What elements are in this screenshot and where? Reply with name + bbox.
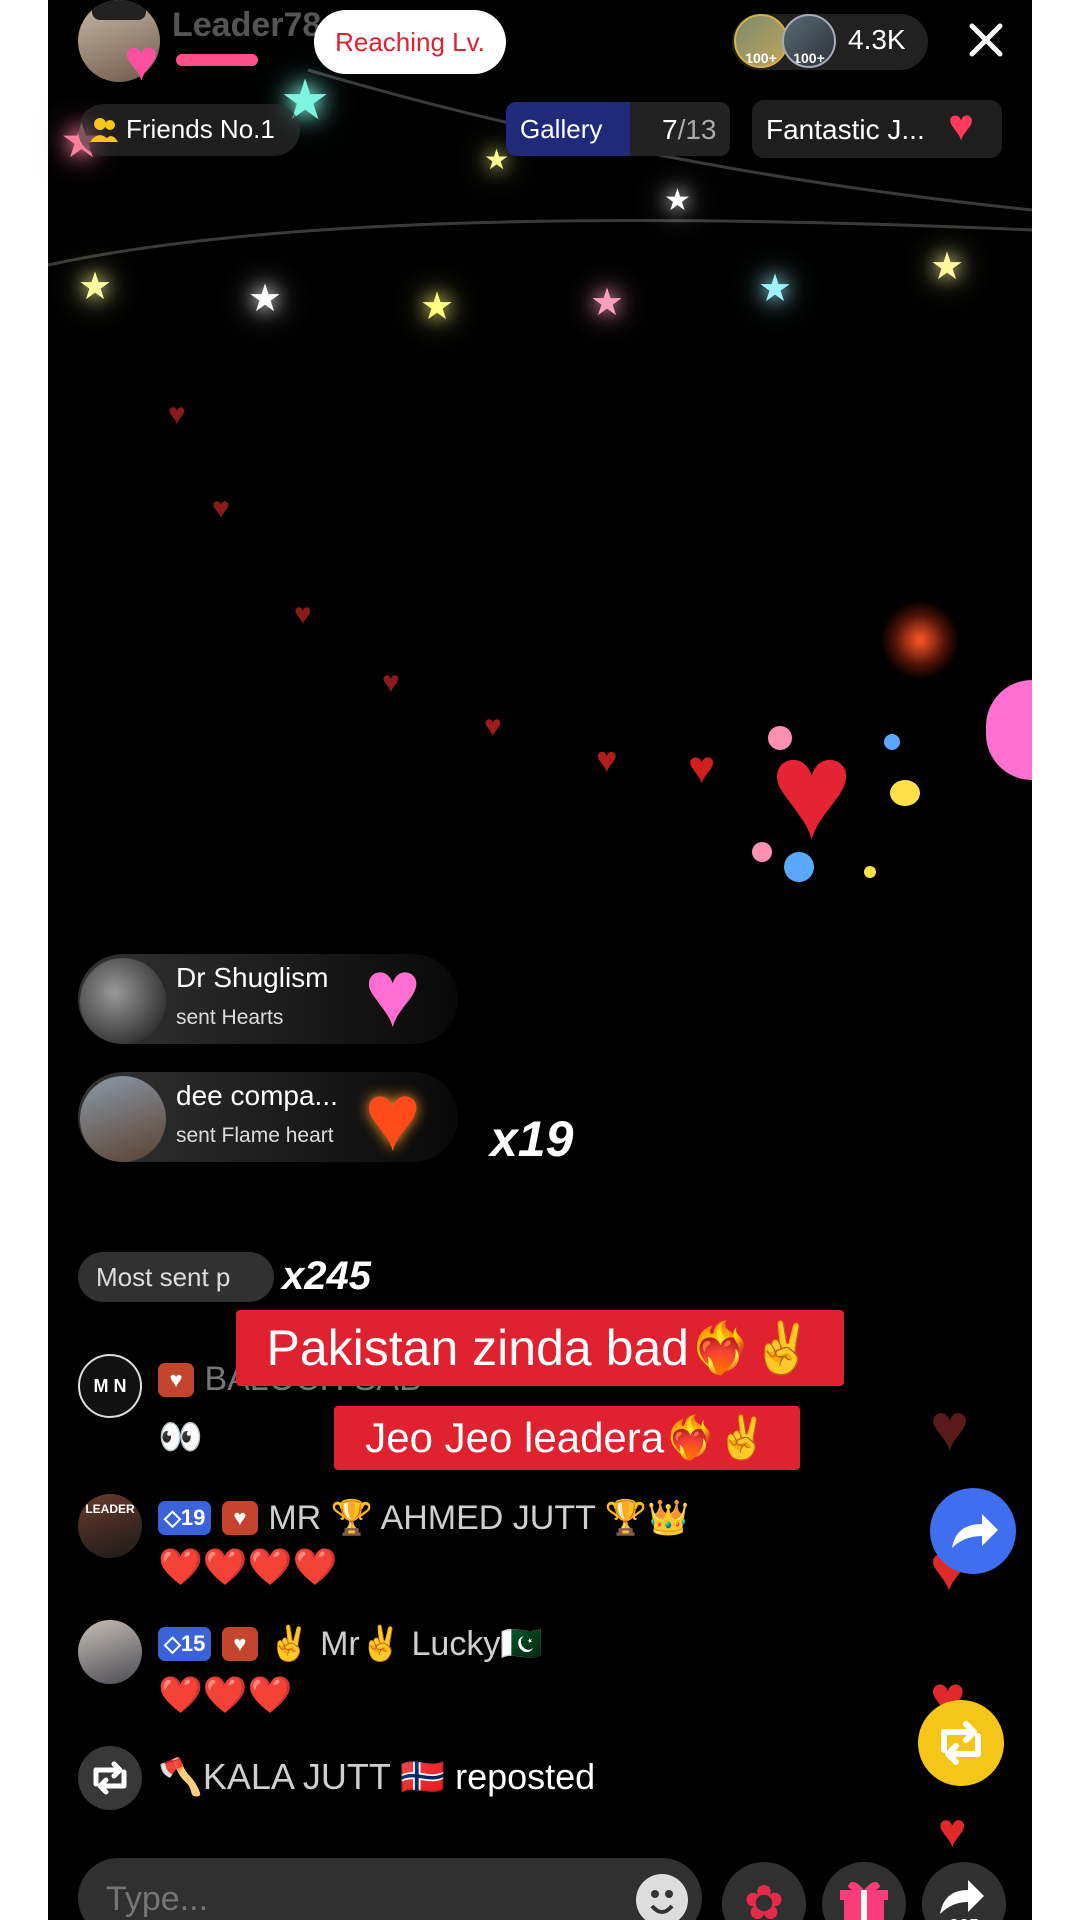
viewer-count[interactable]: 4.3K — [848, 24, 906, 56]
fan-badge-icon: ♥ — [158, 1362, 194, 1397]
chat-username[interactable]: ✌️ Mr✌️ Lucky🇵🇰 — [268, 1625, 542, 1663]
gift-sender-name: Dr Shuglism — [176, 962, 329, 993]
floating-heart-icon: ♥ — [596, 739, 618, 780]
confetti-dot — [768, 726, 792, 750]
confetti-dot — [890, 780, 920, 806]
floating-heart-icon: ♥ — [212, 492, 230, 525]
rose-icon: ✿ — [743, 1877, 785, 1920]
star-light-icon: ★ — [930, 246, 965, 288]
friends-icon — [88, 114, 120, 146]
share-count: 325 — [922, 1916, 1006, 1920]
overlay-caption: Jeo Jeo leadera❤️‍🔥✌️ — [334, 1406, 800, 1470]
gallery-label: Gallery — [520, 114, 603, 144]
close-icon[interactable] — [962, 16, 1010, 64]
gift-button[interactable] — [822, 1862, 906, 1920]
pink-heart-gift-icon: ♥ — [364, 940, 421, 1047]
live-stream-screen: ★ ★ ★ ★ ★ ★ ★ ★ ★ ★ ♥ ♥ ♥ ♥ ♥ ♥ ♥ ♥ ♥ Le… — [0, 0, 1080, 1920]
goal-pill[interactable]: Reaching Lv. — [314, 10, 506, 74]
comment-input[interactable] — [104, 1870, 608, 1920]
goal-progress-bar — [176, 54, 258, 66]
heart-icon: ♥ — [124, 28, 159, 93]
chat-avatar[interactable]: M N — [78, 1354, 142, 1418]
chat-message: 👀 — [158, 1416, 203, 1457]
emoji-icon[interactable] — [636, 1874, 688, 1920]
gift-sender-avatar[interactable] — [80, 958, 166, 1044]
chat-username[interactable]: MR 🏆 AHMED JUTT 🏆👑 — [268, 1499, 689, 1537]
top-viewer-avatar[interactable]: 100+ — [782, 14, 836, 68]
partial-gift-animation — [986, 680, 1032, 780]
chat-message: ❤️❤️❤️ — [158, 1674, 293, 1715]
right-letterbox — [1032, 0, 1080, 1920]
repost-action: reposted — [455, 1756, 596, 1797]
star-light-icon: ★ — [248, 278, 283, 320]
friends-label: Friends No.1 — [126, 114, 275, 144]
fantastic-label: Fantastic J... — [766, 114, 925, 145]
level-badge: ◇ 19 — [158, 1501, 212, 1535]
avatar-hat — [92, 0, 146, 20]
repost-button[interactable] — [918, 1700, 1004, 1786]
star-light-icon: ★ — [484, 144, 510, 175]
floating-heart-icon: ♥ — [294, 598, 312, 631]
confetti-dot — [752, 842, 772, 862]
confetti-dot — [864, 866, 876, 878]
top-viewer-avatar[interactable]: 100+ — [734, 14, 788, 68]
chat-header: ◇ 15 ♥ ✌️ Mr✌️ Lucky🇵🇰 — [158, 1624, 543, 1664]
confetti-dot — [884, 734, 900, 750]
gift-sender-avatar[interactable] — [80, 1076, 166, 1162]
star-light-icon: ★ — [758, 268, 793, 310]
floating-heart-icon: ♥ — [930, 1390, 970, 1464]
gift-action: sent Hearts — [176, 1006, 284, 1029]
repost-icon — [78, 1746, 142, 1810]
share-button[interactable]: 325 — [922, 1862, 1006, 1920]
repost-message: 🪓KALA JUTT 🇳🇴 reposted — [158, 1756, 595, 1798]
repost-username[interactable]: 🪓KALA JUTT 🇳🇴 — [158, 1756, 445, 1797]
fan-badge-icon: ♥ — [221, 1627, 258, 1661]
level-badge: ◇ 15 — [158, 1627, 212, 1661]
star-light-icon: ★ — [664, 184, 691, 217]
floating-heart-icon: ♥ — [382, 666, 400, 699]
flame-heart-gift-icon: ♥ — [364, 1064, 421, 1171]
glow-light-decoration — [880, 600, 960, 680]
overlay-caption: Pakistan zinda bad❤️‍🔥✌️ — [236, 1310, 844, 1386]
star-light-icon: ★ — [420, 286, 455, 328]
chat-avatar[interactable]: LEADER — [78, 1494, 142, 1558]
gift-sender-name: dee compa... — [176, 1080, 338, 1111]
left-letterbox — [0, 0, 48, 1920]
gift-heart-icon: ♥ — [948, 101, 975, 150]
gallery-counter: 7/13 — [662, 114, 717, 145]
rose-gift-button[interactable]: ✿ — [722, 1862, 806, 1920]
gift-combo-count: x19 — [490, 1111, 574, 1167]
share-float-button[interactable] — [930, 1488, 1016, 1574]
most-sent-combo: x245 — [282, 1254, 371, 1298]
chat-message: ❤️❤️❤️❤️ — [158, 1546, 338, 1587]
fan-badge-icon: ♥ — [221, 1501, 258, 1535]
host-name: Leader78 — [172, 6, 322, 44]
chat-header: ◇ 19 ♥ MR 🏆 AHMED JUTT 🏆👑 — [158, 1498, 689, 1538]
floating-heart-icon: ♥ — [688, 741, 716, 793]
gift-action: sent Flame heart — [176, 1124, 334, 1147]
floating-heart-icon: ♥ — [168, 398, 186, 431]
star-light-icon: ★ — [590, 282, 625, 324]
confetti-dot — [784, 852, 814, 882]
most-sent-label: Most sent p — [96, 1262, 231, 1292]
chat-avatar[interactable] — [78, 1620, 142, 1684]
floating-heart-icon: ♥ — [484, 710, 502, 743]
star-light-icon: ★ — [78, 266, 113, 308]
floating-heart-icon: ♥ — [938, 1805, 967, 1858]
